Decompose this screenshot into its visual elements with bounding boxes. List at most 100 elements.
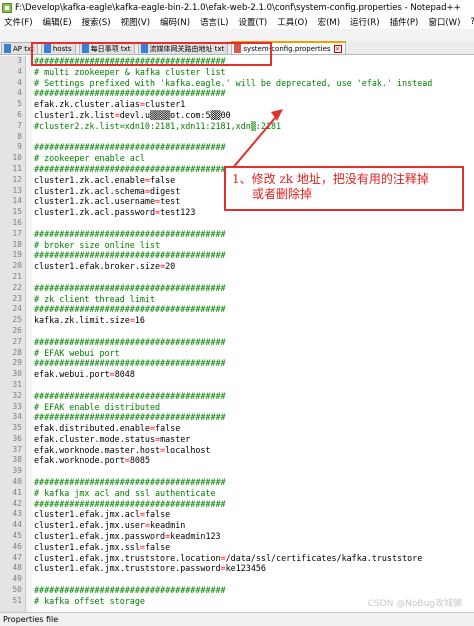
menu-item[interactable]: 窗口(W)	[428, 16, 460, 28]
menu-item[interactable]: 编码(N)	[160, 16, 190, 28]
comment-line: #cluster2.zk.list=xdn10:2181,xdn11:2181,…	[34, 120, 282, 131]
code-line: 36 efak.cluster.mode.status=master	[0, 434, 474, 445]
comment-line: # kafka offset storage	[34, 595, 145, 606]
comment-line: # EFAK enable distributed	[34, 401, 161, 412]
line-number: 50	[12, 585, 22, 595]
property-line: cluster1.efak.jmx.truststore.location=/d…	[24, 553, 422, 564]
annotation-line-2: 或者删除掉	[252, 187, 313, 201]
code-line: 44 cluster1.efak.jmx.user=keadmin	[0, 520, 474, 531]
property-key: efak.webui.port	[34, 369, 110, 380]
code-line: 37 efak.worknode.master.host=localhost	[0, 445, 474, 456]
comment-line: # EFAK webui port	[34, 347, 120, 358]
property-line: efak.zk.cluster.alias=cluster1	[24, 99, 185, 110]
property-key: cluster1.efak.jmx.user	[34, 520, 145, 531]
line-number: 19	[12, 250, 22, 260]
code-line: 19 ######################################	[0, 250, 474, 261]
line-number: 32	[12, 390, 22, 400]
editor[interactable]: 3 ###################################### 4…	[0, 56, 474, 612]
property-value: digest	[149, 185, 181, 196]
code-line: 10 # zookeeper enable acl	[0, 153, 474, 164]
line-number: 37	[12, 444, 22, 454]
property-value: master	[160, 433, 191, 444]
code-line: 6 cluster1.zk.list=devl.u▒▒▒▒ot.com:5▒▒00	[0, 110, 474, 121]
line-number: 20	[12, 261, 22, 271]
comment-line: ######################################	[34, 282, 226, 293]
line-number: 4	[17, 88, 22, 98]
line-number: 25	[12, 315, 22, 325]
code-line: 33 # EFAK enable distributed	[0, 402, 474, 413]
line-number: 39	[12, 466, 22, 476]
comment-line: ######################################	[34, 412, 226, 423]
code-line: 30 efak.webui.port=8048	[0, 369, 474, 380]
line-number: 34	[12, 412, 22, 422]
line-number: 43	[12, 509, 22, 519]
code-line: 23 # zk client thread limit	[0, 294, 474, 305]
property-line: cluster1.efak.jmx.acl=false	[24, 509, 170, 520]
line-number: 13	[12, 185, 22, 195]
comment-line: ######################################	[34, 88, 226, 99]
code-line: 31	[0, 380, 474, 391]
code-line: 9 ######################################	[0, 142, 474, 153]
menu-item[interactable]: 运行(R)	[350, 16, 380, 28]
annotation-line-1: 1、修改 zk 地址，把没有用的注释掉	[232, 172, 429, 186]
property-value: cluster1	[144, 99, 186, 110]
menu-item[interactable]: 文件(F)	[4, 16, 33, 28]
menu-item[interactable]: 语言(L)	[200, 16, 228, 28]
comment-line: # zk client thread limit	[34, 293, 156, 304]
menu-item[interactable]: ?	[470, 17, 474, 27]
line-number: 44	[12, 520, 22, 530]
line-number: 10	[12, 153, 22, 163]
property-value: test	[160, 196, 181, 207]
code-line: 22 ######################################	[0, 283, 474, 294]
property-line: cluster1.zk.acl.enable=false	[24, 175, 175, 186]
menu-item[interactable]: 视图(V)	[121, 16, 150, 28]
property-key: efak.worknode.port	[34, 455, 125, 466]
line-number: 29	[12, 358, 22, 368]
property-key: cluster1.zk.acl.password	[34, 207, 156, 218]
menu-item[interactable]: 设置(T)	[238, 16, 267, 28]
property-value: /data/ssl/certificates/kafka.truststore	[225, 552, 423, 563]
property-value: test123	[160, 207, 196, 218]
code-line: 47 cluster1.efak.jmx.truststore.location=…	[0, 553, 474, 564]
menu-item[interactable]: 插件(P)	[390, 16, 419, 28]
code-line: 5 efak.zk.cluster.alias=cluster1	[0, 99, 474, 110]
menu-item[interactable]: 编辑(E)	[43, 16, 72, 28]
property-key: efak.distributed.enable	[34, 423, 150, 434]
menu-item[interactable]: 宏(M)	[318, 16, 340, 28]
line-number: 49	[12, 574, 22, 584]
code-line: 32 ######################################	[0, 391, 474, 402]
comment-line: ######################################	[34, 390, 226, 401]
menu-bar: 文件(F) 编辑(E) 搜索(S) 视图(V) 编码(N) 语言(L) 设置(T) 工具(O)…	[0, 15, 474, 29]
line-number: 42	[12, 498, 22, 508]
menu-item[interactable]: 工具(O)	[277, 16, 307, 28]
menu-item[interactable]: 搜索(S)	[82, 16, 111, 28]
line-number: 31	[12, 379, 22, 389]
line-number: 14	[12, 196, 22, 206]
property-key: cluster1.zk.acl.username	[34, 196, 156, 207]
line-number: 47	[12, 552, 22, 562]
property-value: devl.u▒▒▒▒ot.com:5▒▒00	[119, 109, 231, 120]
code-line: 38 efak.worknode.port=8085	[0, 455, 474, 466]
line-number: 51	[12, 595, 22, 605]
property-value: 8048	[114, 369, 135, 380]
line-number: 8	[17, 131, 22, 141]
comment-line: ######################################	[34, 585, 226, 596]
property-value: localhost	[165, 444, 211, 455]
line-number: 27	[12, 336, 22, 346]
comment-line: ######################################	[34, 142, 226, 153]
property-value: 8085	[129, 455, 150, 466]
property-key: efak.worknode.master.host	[34, 444, 161, 455]
line-number: 9	[17, 142, 22, 152]
comment-line: ######################################	[34, 336, 226, 347]
code-line: 4 ######################################	[0, 88, 474, 99]
close-icon[interactable]: ×	[333, 44, 342, 53]
highlight-box-zk-config	[31, 42, 272, 66]
comment-line: ######################################	[34, 163, 226, 174]
property-line: efak.webui.port=8048	[24, 369, 135, 380]
line-number: 28	[12, 347, 22, 357]
